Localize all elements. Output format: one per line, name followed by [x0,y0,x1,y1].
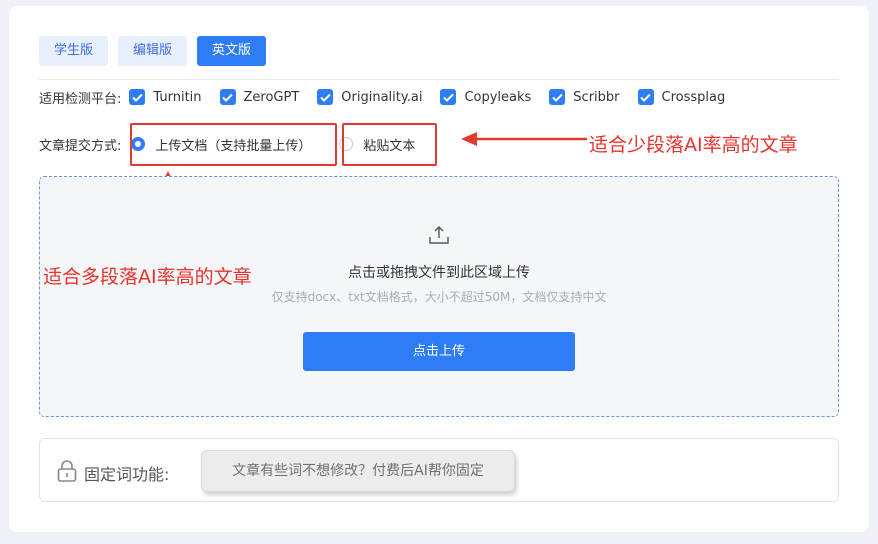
annotation-right: 适合少段落AI率高的文章 [589,134,798,156]
highlight-upload-option [130,123,337,166]
checkbox-crossplag[interactable]: Crossplag [637,89,726,105]
checkbox-turnitin[interactable]: Turnitin [129,89,202,105]
checkbox-label: Originality.ai [341,89,423,105]
platform-row: 适用检测平台: Turnitin ZeroGPT Originality.ai … [39,87,743,107]
main-card: 学生版 编辑版 英文版 适用检测平台: Turnitin ZeroGPT Ori… [9,6,869,532]
checkbox-label: ZeroGPT [243,89,300,105]
check-icon [219,89,236,105]
upload-button[interactable]: 点击上传 [303,332,575,371]
upload-icon [429,226,449,244]
checkbox-label: Copyleaks [464,89,532,105]
upload-dropzone[interactable]: 点击或拖拽文件到此区域上传 仅支持docx、txt文档格式，大小不超过50M，文… [39,176,839,417]
version-tabs: 学生版 编辑版 英文版 [39,36,267,66]
checkbox-label: Scribbr [573,89,620,105]
fixed-words-panel: 固定词功能: 文章有些词不想修改？付费后AI帮你固定 [39,438,839,502]
tab-editor[interactable]: 编辑版 [118,36,188,66]
tab-english[interactable]: 英文版 [197,36,267,66]
checkbox-label: Crossplag [661,89,726,105]
divider [39,79,839,80]
checkbox-zerogpt[interactable]: ZeroGPT [219,89,300,105]
arrow-right-annotation [461,132,587,146]
check-icon [129,89,146,105]
submit-method-label: 文章提交方式: [39,138,122,154]
checkbox-label: Turnitin [153,89,202,105]
annotation-left: 适合多段落AI率高的文章 [43,266,252,288]
check-icon [317,89,334,105]
dropzone-subtitle: 仅支持docx、txt文档格式，大小不超过50M，文档仅支持中文 [271,290,607,304]
highlight-paste-option [342,123,437,166]
checkbox-copyleaks[interactable]: Copyleaks [440,89,531,105]
check-icon [637,89,654,105]
fixed-words-button[interactable]: 文章有些词不想修改？付费后AI帮你固定 [201,450,515,492]
check-icon [440,89,457,105]
check-icon [549,89,566,105]
checkbox-scribbr[interactable]: Scribbr [549,89,620,105]
lock-icon [57,460,77,482]
fixed-words-label: 固定词功能: [84,465,170,484]
checkbox-originality[interactable]: Originality.ai [317,89,422,105]
platform-label: 适用检测平台: [39,91,122,107]
tab-student[interactable]: 学生版 [39,36,109,66]
